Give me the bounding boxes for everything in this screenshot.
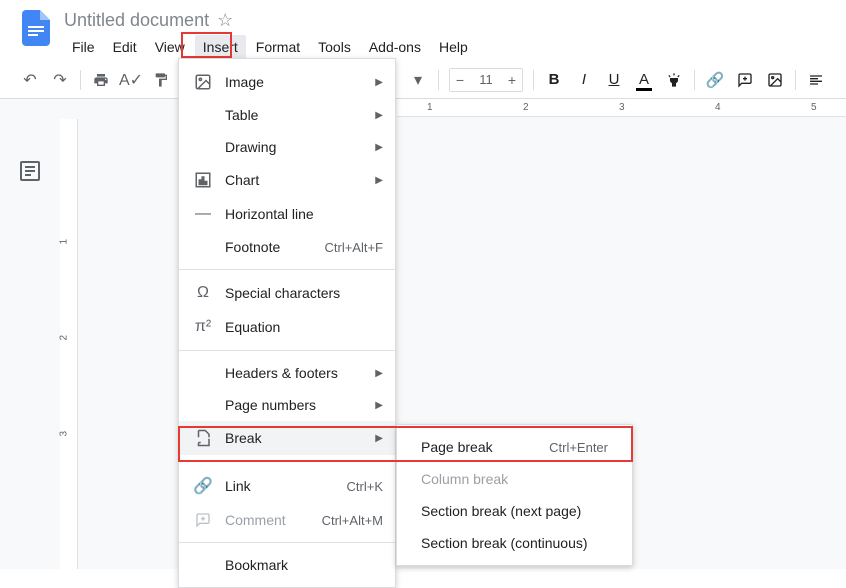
- vruler-mark: 3: [59, 431, 70, 437]
- insert-image-icon[interactable]: [761, 66, 789, 94]
- menu-addons[interactable]: Add-ons: [361, 35, 429, 59]
- ruler-mark: 2: [523, 102, 529, 113]
- chevron-right-icon: ▶: [375, 77, 383, 88]
- vruler-mark: 1: [59, 239, 70, 245]
- insert-link[interactable]: 🔗 Link Ctrl+K: [179, 468, 395, 504]
- menu-view[interactable]: View: [147, 35, 193, 59]
- chevron-right-icon: ▶: [375, 110, 383, 121]
- break-section-continuous[interactable]: Section break (continuous): [397, 527, 632, 559]
- docs-logo[interactable]: [16, 8, 56, 48]
- insert-special-chars[interactable]: Ω Special characters: [179, 276, 395, 310]
- menu-bar: File Edit View Insert Format Tools Add-o…: [64, 33, 830, 61]
- undo-icon[interactable]: ↶: [16, 66, 44, 94]
- chevron-right-icon: ▶: [375, 175, 383, 186]
- break-icon: [191, 429, 215, 447]
- insert-comment-icon[interactable]: [731, 66, 759, 94]
- highlight-button[interactable]: [660, 66, 688, 94]
- pi-icon: π²: [191, 318, 215, 336]
- insert-hline[interactable]: — Horizontal line: [179, 197, 395, 231]
- break-column: Column break: [397, 463, 632, 495]
- image-icon: [191, 73, 215, 91]
- font-size-value[interactable]: 11: [470, 72, 502, 87]
- document-title[interactable]: Untitled document: [64, 10, 209, 31]
- star-icon[interactable]: ☆: [217, 10, 233, 31]
- menu-format[interactable]: Format: [248, 35, 308, 59]
- chevron-right-icon: ▶: [375, 433, 383, 444]
- comment-icon: [191, 512, 215, 528]
- vertical-ruler[interactable]: 1 2 3: [60, 119, 78, 569]
- insert-equation[interactable]: π² Equation: [179, 310, 395, 344]
- italic-button[interactable]: I: [570, 66, 598, 94]
- insert-drawing[interactable]: Drawing ▶: [179, 131, 395, 163]
- insert-footnote[interactable]: Footnote Ctrl+Alt+F: [179, 231, 395, 263]
- insert-chart[interactable]: Chart ▶: [179, 163, 395, 197]
- horizontal-ruler[interactable]: 1 2 3 4 5: [397, 99, 846, 117]
- insert-bookmark[interactable]: Bookmark: [179, 549, 395, 581]
- font-size-increase[interactable]: +: [502, 69, 522, 91]
- insert-dropdown: Image ▶ Table ▶ Drawing ▶ Chart ▶ — Hori…: [178, 58, 396, 588]
- insert-page-numbers[interactable]: Page numbers ▶: [179, 389, 395, 421]
- insert-break[interactable]: Break ▶: [179, 421, 395, 455]
- chevron-right-icon: ▶: [375, 142, 383, 153]
- print-icon[interactable]: [87, 66, 115, 94]
- text-color-button[interactable]: A: [630, 66, 658, 94]
- paint-format-icon[interactable]: [147, 66, 175, 94]
- outline-icon[interactable]: [18, 159, 42, 183]
- ruler-mark: 5: [811, 102, 817, 113]
- spell-check-icon[interactable]: A✓: [117, 66, 145, 94]
- chevron-right-icon: ▶: [375, 400, 383, 411]
- font-size-control[interactable]: − 11 +: [449, 68, 523, 92]
- insert-link-icon[interactable]: 🔗: [701, 66, 729, 94]
- menu-edit[interactable]: Edit: [105, 35, 145, 59]
- break-section-next[interactable]: Section break (next page): [397, 495, 632, 527]
- ruler-mark: 4: [715, 102, 721, 113]
- font-size-decrease[interactable]: −: [450, 69, 470, 91]
- vruler-mark: 2: [59, 335, 70, 341]
- menu-insert[interactable]: Insert: [195, 35, 246, 59]
- redo-icon[interactable]: ↷: [46, 66, 74, 94]
- chevron-right-icon: ▶: [375, 368, 383, 379]
- omega-icon: Ω: [191, 284, 215, 302]
- underline-button[interactable]: U: [600, 66, 628, 94]
- insert-table[interactable]: Table ▶: [179, 99, 395, 131]
- break-submenu: Page break Ctrl+Enter Column break Secti…: [396, 424, 633, 566]
- break-page[interactable]: Page break Ctrl+Enter: [397, 431, 632, 463]
- ruler-mark: 1: [427, 102, 433, 113]
- hline-icon: —: [191, 205, 215, 223]
- align-button[interactable]: [802, 66, 830, 94]
- insert-headers-footers[interactable]: Headers & footers ▶: [179, 357, 395, 389]
- style-dropdown-icon[interactable]: ▾: [404, 66, 432, 94]
- menu-help[interactable]: Help: [431, 35, 476, 59]
- menu-file[interactable]: File: [64, 35, 103, 59]
- insert-image[interactable]: Image ▶: [179, 65, 395, 99]
- bold-button[interactable]: B: [540, 66, 568, 94]
- insert-comment: Comment Ctrl+Alt+M: [179, 504, 395, 536]
- toolbar: ↶ ↷ A✓ ▾ − 11 + B I U A 🔗: [0, 61, 846, 99]
- menu-tools[interactable]: Tools: [310, 35, 359, 59]
- ruler-mark: 3: [619, 102, 625, 113]
- chart-icon: [191, 171, 215, 189]
- link-icon: 🔗: [191, 476, 215, 496]
